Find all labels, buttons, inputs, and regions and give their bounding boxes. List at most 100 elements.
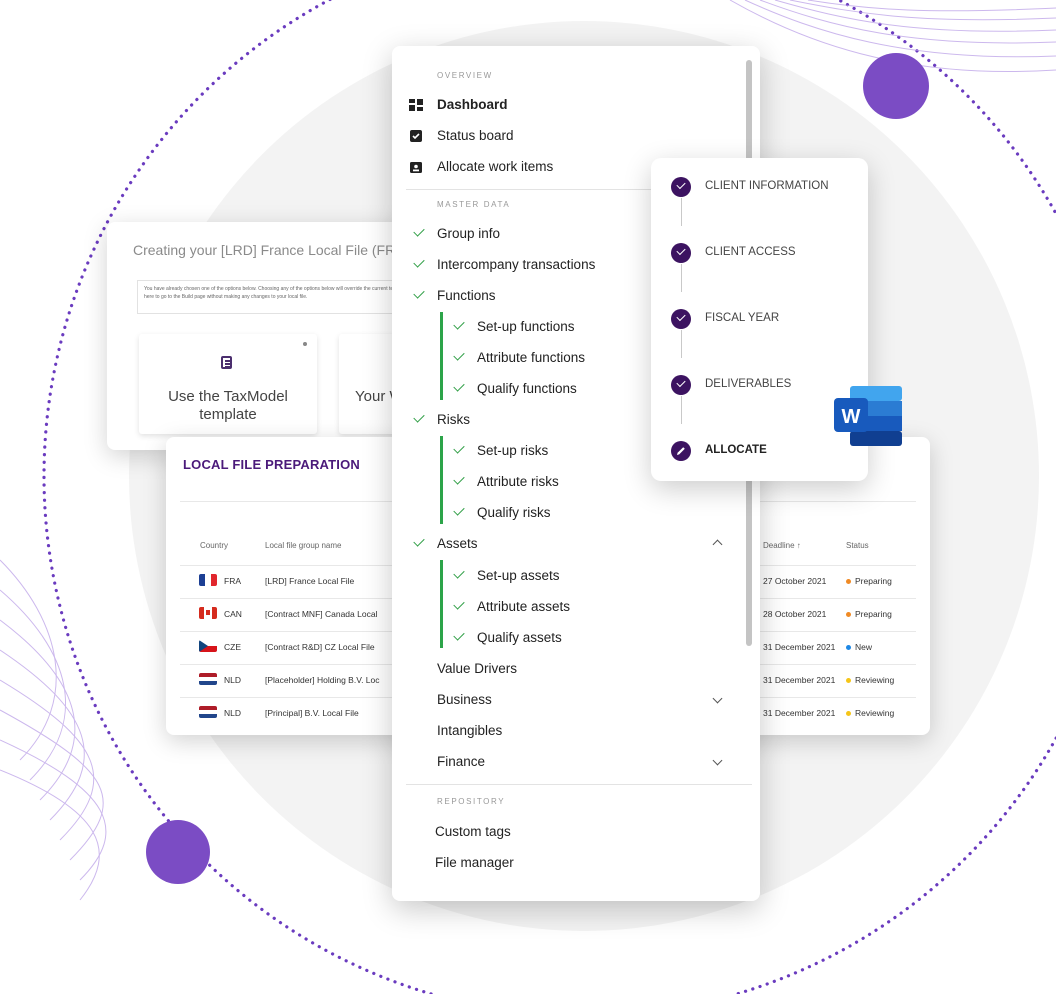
group-name: [LRD] France Local File xyxy=(265,576,355,586)
check-icon xyxy=(453,318,465,330)
country-code: NLD xyxy=(224,708,242,718)
nav-label: Intercompany transactions xyxy=(437,257,596,272)
country-code: CAN xyxy=(224,609,242,619)
card-heading: LOCAL FILE PREPARATION xyxy=(183,457,361,472)
status-dot xyxy=(846,579,851,585)
nav-label: Attribute risks xyxy=(477,474,559,489)
section-label-master-data: MASTER DATA xyxy=(437,200,511,209)
nav-label: Qualify assets xyxy=(477,630,562,645)
deadline: 27 October 2021 xyxy=(763,576,827,586)
check-icon xyxy=(453,598,465,610)
nav-label: Assets xyxy=(437,536,478,551)
czech-flag-icon xyxy=(199,640,217,652)
chevron-down-icon[interactable] xyxy=(712,693,723,704)
nav-item-value-drivers[interactable]: Value Drivers xyxy=(437,661,517,676)
status-badge: Preparing xyxy=(846,609,892,619)
assignment-icon xyxy=(410,162,422,173)
step-allocate[interactable]: ALLOCATE xyxy=(671,441,861,463)
template-card-note: You have already chosen one of the optio… xyxy=(137,280,422,314)
status-text: New xyxy=(855,642,873,652)
nav-label: Qualify risks xyxy=(477,505,551,520)
info-icon[interactable] xyxy=(303,342,307,346)
nav-label: Set-up assets xyxy=(477,568,560,583)
subsection-indicator xyxy=(440,312,443,400)
step-connector xyxy=(681,264,682,292)
check-circle-icon xyxy=(671,309,691,329)
step-client-information[interactable]: CLIENT INFORMATION xyxy=(671,177,861,199)
template-choice-card: Creating your [LRD] France Local File (F… xyxy=(107,222,422,450)
check-icon xyxy=(413,535,425,547)
canada-flag-icon xyxy=(199,607,217,619)
nav-label: Status board xyxy=(437,128,514,143)
step-fiscal-year[interactable]: FISCAL YEAR xyxy=(671,309,861,331)
group-name: [Placeholder] Holding B.V. Loc xyxy=(265,675,380,685)
deadline: 28 October 2021 xyxy=(763,609,827,619)
check-icon xyxy=(453,442,465,454)
nav-item-intangibles[interactable]: Intangibles xyxy=(437,723,502,738)
step-label: CLIENT ACCESS xyxy=(705,246,796,258)
column-header-deadline[interactable]: Deadline ↑ xyxy=(763,541,801,550)
subsection-indicator xyxy=(440,436,443,524)
column-header-country[interactable]: Country xyxy=(200,541,228,550)
step-connector xyxy=(681,198,682,226)
status-dot xyxy=(846,711,851,717)
check-icon xyxy=(453,349,465,361)
check-icon xyxy=(413,225,425,237)
section-label-overview: OVERVIEW xyxy=(437,71,493,80)
taxmodel-template-option[interactable]: Use the TaxModel template xyxy=(139,334,317,434)
status-badge: Reviewing xyxy=(846,708,894,718)
chevron-up-icon[interactable] xyxy=(712,539,723,550)
netherlands-flag-icon xyxy=(199,706,217,718)
step-deliverables[interactable]: DELIVERABLES xyxy=(671,375,861,397)
check-icon xyxy=(413,287,425,299)
status-dot xyxy=(846,678,851,684)
nav-label: Allocate work items xyxy=(437,159,554,174)
check-icon xyxy=(413,411,425,423)
subsection-indicator xyxy=(440,560,443,648)
nav-item-business[interactable]: Business xyxy=(437,692,492,707)
deadline: 31 December 2021 xyxy=(763,708,836,718)
check-icon xyxy=(413,256,425,268)
microsoft-word-icon: W xyxy=(834,386,902,446)
column-header-status[interactable]: Status xyxy=(846,541,869,550)
check-icon xyxy=(453,380,465,392)
netherlands-flag-icon xyxy=(199,673,217,685)
deadline: 31 December 2021 xyxy=(763,675,836,685)
nav-item-custom-tags[interactable]: Custom tags xyxy=(435,824,511,839)
group-name: [Contract MNF] Canada Local xyxy=(265,609,378,619)
check-icon xyxy=(453,567,465,579)
status-dot xyxy=(846,645,851,651)
nav-label: Set-up risks xyxy=(477,443,549,458)
chevron-down-icon[interactable] xyxy=(712,755,723,766)
step-label: FISCAL YEAR xyxy=(705,312,780,324)
divider xyxy=(406,784,752,785)
nav-item-file-manager[interactable]: File manager xyxy=(435,855,514,870)
status-text: Preparing xyxy=(855,576,892,586)
pencil-icon xyxy=(671,441,691,461)
country-code: CZE xyxy=(224,642,241,652)
status-text: Reviewing xyxy=(855,675,895,685)
france-flag-icon xyxy=(199,574,217,586)
nav-label: Group info xyxy=(437,226,501,241)
country-code: NLD xyxy=(224,675,242,685)
status-badge: New xyxy=(846,642,872,652)
column-header-group-name[interactable]: Local file group name xyxy=(265,541,342,550)
nav-label: Dashboard xyxy=(437,97,508,112)
step-client-access[interactable]: CLIENT ACCESS xyxy=(671,243,861,265)
nav-label: Risks xyxy=(437,412,470,427)
status-text: Preparing xyxy=(855,609,892,619)
template-card-title: Creating your [LRD] France Local File (F… xyxy=(133,242,410,258)
deadline: 31 December 2021 xyxy=(763,642,836,652)
section-label-repository: REPOSITORY xyxy=(437,797,506,806)
document-icon xyxy=(221,356,232,369)
step-label: ALLOCATE xyxy=(705,444,767,456)
status-badge: Reviewing xyxy=(846,675,894,685)
group-name: [Principal] B.V. Local File xyxy=(265,708,359,718)
group-name: [Contract R&D] CZ Local File xyxy=(265,642,375,652)
option-label: Use the TaxModel template xyxy=(168,388,288,423)
status-badge: Preparing xyxy=(846,576,892,586)
nav-label: Qualify functions xyxy=(477,381,577,396)
check-circle-icon xyxy=(671,243,691,263)
shield-check-icon xyxy=(410,130,422,142)
nav-item-finance[interactable]: Finance xyxy=(437,754,485,769)
